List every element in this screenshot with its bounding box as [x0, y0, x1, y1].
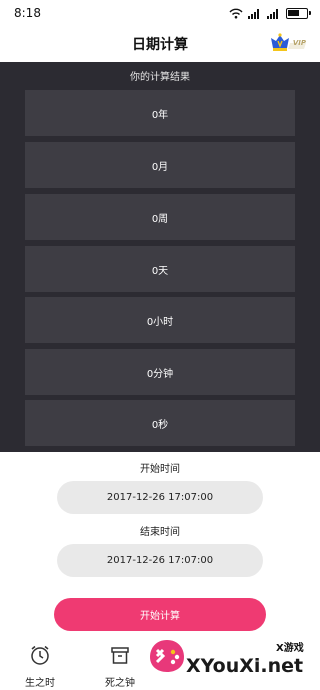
start-time-label: 开始时间 [140, 464, 180, 475]
vip-button[interactable]: VIP [268, 32, 308, 54]
battery-icon [286, 7, 311, 19]
result-years: 0年 [25, 90, 295, 136]
title-bar: 日期计算 VIP [0, 26, 320, 62]
result-months: 0月 [25, 142, 295, 188]
result-weeks: 0周 [25, 194, 295, 240]
result-hours: 0小时 [25, 297, 295, 343]
result-minutes: 0分钟 [25, 349, 295, 395]
signal-icon [248, 8, 262, 19]
nav-label-life-clock: 生之时 [25, 678, 55, 689]
nav-item-death-clock[interactable]: 死之钟 [90, 642, 150, 689]
watermark-text: XYouXi.net [186, 655, 304, 677]
results-heading: 你的计算结果 [130, 72, 190, 83]
result-seconds: 0秒 [25, 400, 295, 446]
box-icon [111, 647, 129, 664]
end-time-label: 结束时间 [140, 527, 180, 538]
end-time-field[interactable]: 2017-12-26 17:07:00 [57, 544, 263, 577]
watermark-caption: X游戏 [276, 643, 304, 654]
nav-label-death-clock: 死之钟 [105, 678, 135, 689]
start-time-field[interactable]: 2017-12-26 17:07:00 [57, 481, 263, 514]
result-days: 0天 [25, 246, 295, 292]
signal-icon-2 [267, 8, 281, 19]
clock-icon [31, 645, 49, 665]
wifi-icon [229, 8, 243, 19]
watermark-logo [148, 638, 186, 674]
results-panel: 你的计算结果 0年 0月 0周 0天 0小时 0分钟 0秒 [0, 62, 320, 452]
vip-label: VIP [292, 39, 306, 47]
status-icons [229, 6, 311, 20]
status-bar: 8:18 [0, 0, 320, 26]
status-time: 8:18 [14, 6, 41, 20]
nav-item-life-clock[interactable]: 生之时 [10, 642, 70, 689]
start-calculate-button[interactable]: 开始计算 [54, 598, 266, 631]
